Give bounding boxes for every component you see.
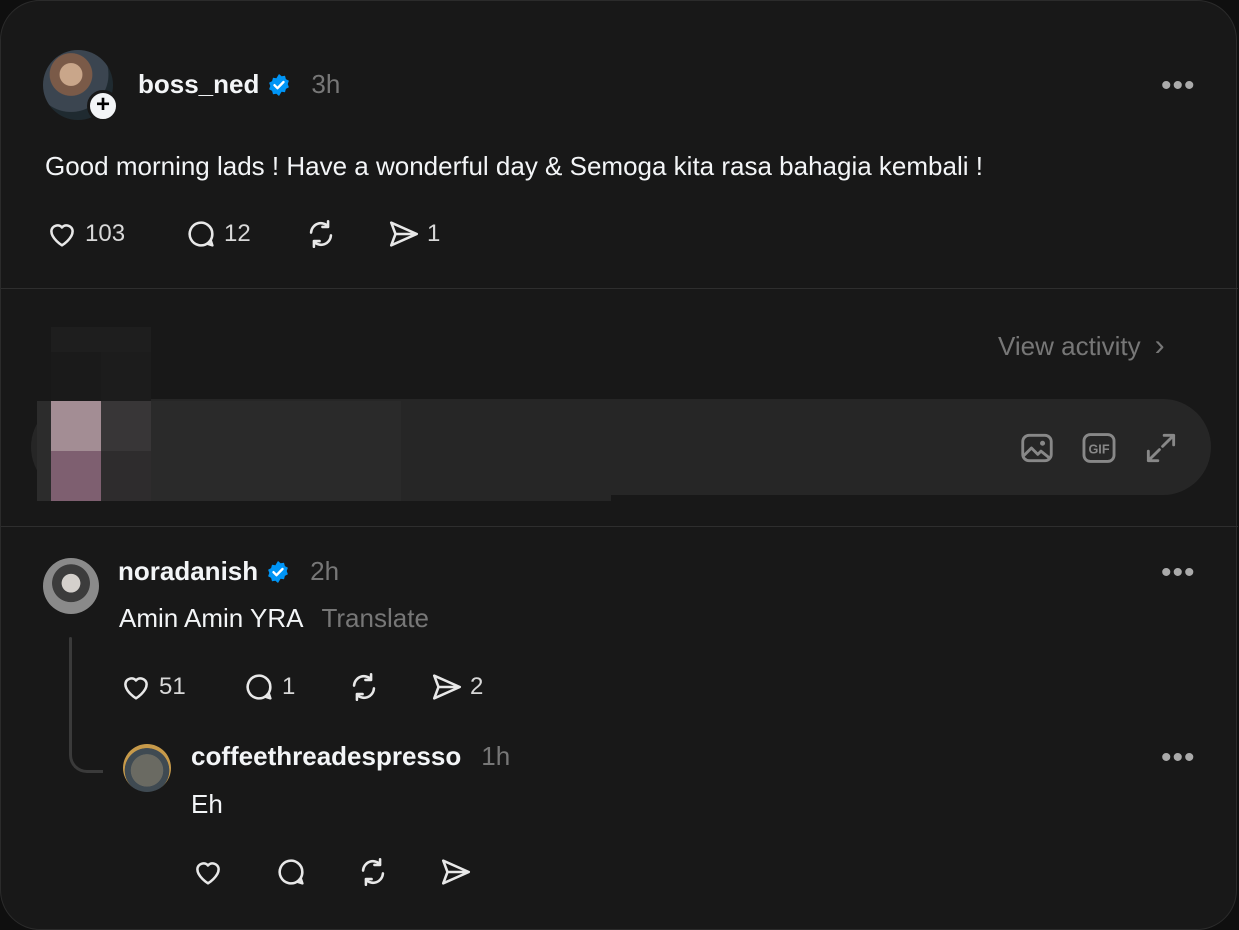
post-more-button[interactable]: ••• xyxy=(1161,71,1196,101)
send-icon xyxy=(432,674,462,700)
reply-username[interactable]: noradanish xyxy=(118,556,258,587)
reply-more-button[interactable]: ••• xyxy=(1161,558,1196,588)
pixelated-redaction xyxy=(51,451,101,501)
share-count: 1 xyxy=(427,220,441,247)
reply-text: Amin Amin YRA xyxy=(119,603,304,633)
thread-card: + boss_ned 3h ••• Good morning lads ! Ha… xyxy=(0,0,1238,930)
reply-text: Eh xyxy=(191,789,223,819)
post-username[interactable]: boss_ned xyxy=(138,69,259,100)
reply-body: Amin Amin YRA Translate xyxy=(119,603,429,634)
repost-button[interactable] xyxy=(356,855,390,889)
view-activity-label: View activity xyxy=(998,330,1141,361)
pixelated-redaction xyxy=(51,352,101,402)
pixelated-redaction xyxy=(151,401,401,501)
pixelated-redaction xyxy=(401,401,611,501)
reply-timestamp: 2h xyxy=(310,556,340,586)
reply-header: noradanish 2h xyxy=(118,556,339,587)
post-header: boss_ned 3h xyxy=(138,69,340,100)
comment-button[interactable]: 1 xyxy=(242,670,295,704)
like-count: 51 xyxy=(159,673,186,700)
heart-icon xyxy=(196,862,220,885)
thread-line xyxy=(69,637,72,747)
comment-icon xyxy=(278,859,304,885)
verified-badge-icon xyxy=(269,73,290,96)
comment-button[interactable] xyxy=(274,855,308,889)
like-button[interactable]: 51 xyxy=(119,670,186,704)
post-text: Good morning lads ! Have a wonderful day… xyxy=(45,151,983,181)
pixelated-redaction xyxy=(37,401,51,501)
comment-count: 12 xyxy=(224,220,251,247)
like-button[interactable]: 103 xyxy=(45,217,125,251)
svg-text:GIF: GIF xyxy=(1088,443,1109,457)
comment-count: 1 xyxy=(282,673,296,700)
reply-header: coffeethreadespresso 1h xyxy=(191,741,510,772)
heart-icon xyxy=(124,677,148,700)
reply-username[interactable]: coffeethreadespresso xyxy=(191,741,461,772)
divider xyxy=(1,526,1238,527)
translate-link[interactable]: Translate xyxy=(321,603,428,634)
reply-timestamp: 1h xyxy=(481,741,511,771)
pixelated-redaction xyxy=(51,401,101,451)
follow-plus-icon[interactable]: + xyxy=(87,90,119,122)
pixelated-redaction xyxy=(101,451,151,501)
share-button[interactable] xyxy=(439,855,473,889)
pixelated-redaction xyxy=(51,327,151,352)
send-icon xyxy=(389,221,419,247)
repost-icon xyxy=(352,672,376,702)
pixelated-redaction xyxy=(101,401,151,451)
heart-icon xyxy=(50,224,74,247)
share-button[interactable]: 2 xyxy=(430,670,483,704)
pixelated-redaction xyxy=(101,352,151,402)
share-button[interactable]: 1 xyxy=(387,217,440,251)
thread-connector xyxy=(69,743,103,773)
like-count: 103 xyxy=(85,220,126,247)
gif-icon[interactable]: GIF xyxy=(1080,429,1118,472)
share-count: 2 xyxy=(470,673,484,700)
reply-more-button[interactable]: ••• xyxy=(1161,743,1196,773)
avatar[interactable] xyxy=(43,558,99,614)
comment-icon xyxy=(188,221,214,247)
repost-button[interactable] xyxy=(347,670,381,704)
avatar[interactable] xyxy=(123,744,171,792)
verified-badge-icon xyxy=(268,560,289,583)
repost-icon xyxy=(361,857,385,887)
divider xyxy=(1,288,1238,289)
chevron-right-icon: › xyxy=(1154,329,1165,362)
like-button[interactable] xyxy=(191,855,225,889)
repost-button[interactable] xyxy=(304,217,338,251)
repost-icon xyxy=(309,219,333,249)
post-timestamp: 3h xyxy=(311,69,341,99)
comment-icon xyxy=(246,674,272,700)
view-activity-link[interactable]: View activity › xyxy=(998,329,1165,363)
send-icon xyxy=(441,859,471,885)
image-icon[interactable] xyxy=(1018,429,1056,472)
comment-button[interactable]: 12 xyxy=(184,217,251,251)
expand-icon[interactable] xyxy=(1142,429,1180,472)
